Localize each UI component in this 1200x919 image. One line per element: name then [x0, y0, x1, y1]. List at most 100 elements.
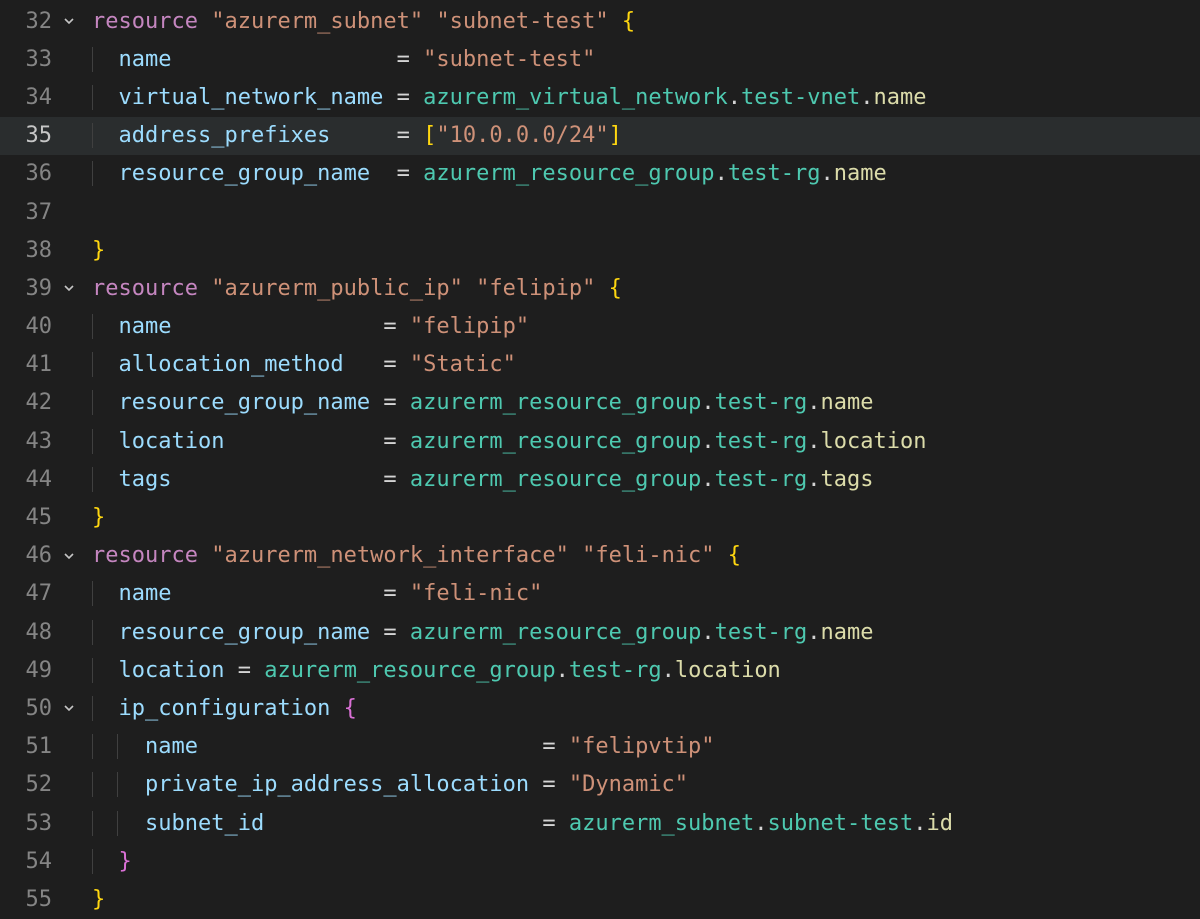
- token-pun: [92, 161, 119, 186]
- token-prop: resource_group_name: [119, 620, 371, 645]
- token-pun: [92, 314, 119, 339]
- code-line[interactable]: 34 virtual_network_name = azurerm_virtua…: [0, 78, 1200, 116]
- line-number: 42: [0, 390, 58, 415]
- fold-toggle[interactable]: [58, 548, 80, 564]
- token-prop: address_prefixes: [119, 123, 331, 148]
- code-content: }: [80, 505, 1200, 530]
- fold-toggle[interactable]: [58, 700, 80, 716]
- code-content: location = azurerm_resource_group.test-r…: [80, 658, 1200, 683]
- indent-guide: [92, 467, 93, 492]
- code-line[interactable]: 42 resource_group_name = azurerm_resourc…: [0, 384, 1200, 422]
- token-pun: [92, 390, 119, 415]
- code-line[interactable]: 52 private_ip_address_allocation = "Dyna…: [0, 766, 1200, 804]
- token-prop: name: [119, 314, 172, 339]
- code-line[interactable]: 36 resource_group_name = azurerm_resourc…: [0, 155, 1200, 193]
- token-obj: azurerm_virtual_network: [423, 85, 728, 110]
- line-number: 34: [0, 85, 58, 110]
- token-pun: [92, 429, 119, 454]
- code-line[interactable]: 43 location = azurerm_resource_group.tes…: [0, 422, 1200, 460]
- indent-guide: [92, 123, 93, 148]
- token-pun: .: [701, 429, 714, 454]
- token-pun: [463, 276, 476, 301]
- token-pun: =: [529, 772, 569, 797]
- code-line[interactable]: 33 name = "subnet-test": [0, 40, 1200, 78]
- token-prop: resource_group_name: [119, 390, 371, 415]
- token-obj: azurerm_resource_group: [410, 429, 701, 454]
- token-br2: {: [344, 696, 357, 721]
- fold-toggle[interactable]: [58, 13, 80, 29]
- code-line[interactable]: 48 resource_group_name = azurerm_resourc…: [0, 613, 1200, 651]
- code-line[interactable]: 44 tags = azurerm_resource_group.test-rg…: [0, 460, 1200, 498]
- code-content: ip_configuration {: [80, 696, 1200, 721]
- line-number: 38: [0, 238, 58, 263]
- token-pun: .: [821, 161, 834, 186]
- code-line[interactable]: 51 name = "felipvtip": [0, 728, 1200, 766]
- code-line[interactable]: 54 }: [0, 842, 1200, 880]
- token-obj: azurerm_subnet: [569, 811, 754, 836]
- token-obj: test-vnet: [741, 85, 860, 110]
- code-line[interactable]: 32resource "azurerm_subnet" "subnet-test…: [0, 2, 1200, 40]
- token-br: {: [728, 543, 741, 568]
- line-number: 45: [0, 505, 58, 530]
- token-pun: =: [224, 658, 264, 683]
- token-pun: [92, 85, 119, 110]
- token-pun: [330, 696, 343, 721]
- code-line[interactable]: 40 name = "felipip": [0, 308, 1200, 346]
- line-number: 32: [0, 9, 58, 34]
- token-prop: location: [119, 429, 225, 454]
- code-line[interactable]: 47 name = "feli-nic": [0, 575, 1200, 613]
- code-content: }: [80, 849, 1200, 874]
- code-line[interactable]: 50 ip_configuration {: [0, 689, 1200, 727]
- token-pun: [92, 772, 145, 797]
- token-mem: name: [834, 161, 887, 186]
- indent-guide: [92, 352, 93, 377]
- token-prop: virtual_network_name: [119, 85, 384, 110]
- code-content: allocation_method = "Static": [80, 352, 1200, 377]
- code-line[interactable]: 35 address_prefixes = ["10.0.0.0/24"]: [0, 117, 1200, 155]
- token-prop: resource_group_name: [119, 161, 371, 186]
- token-pun: [92, 849, 119, 874]
- code-line[interactable]: 49 location = azurerm_resource_group.tes…: [0, 651, 1200, 689]
- token-pun: [92, 352, 119, 377]
- line-number: 53: [0, 811, 58, 836]
- line-number: 41: [0, 352, 58, 377]
- code-line[interactable]: 39resource "azurerm_public_ip" "felipip"…: [0, 269, 1200, 307]
- code-line[interactable]: 37: [0, 193, 1200, 231]
- code-line[interactable]: 46resource "azurerm_network_interface" "…: [0, 537, 1200, 575]
- token-pun: =: [370, 161, 423, 186]
- token-mem: id: [926, 811, 953, 836]
- token-obj: test-rg: [715, 429, 808, 454]
- code-editor[interactable]: 32resource "azurerm_subnet" "subnet-test…: [0, 0, 1200, 919]
- code-line[interactable]: 55}: [0, 880, 1200, 918]
- token-prop: allocation_method: [119, 352, 344, 377]
- code-content: }: [80, 887, 1200, 912]
- code-line[interactable]: 45}: [0, 498, 1200, 536]
- code-content: name = "felipip": [80, 314, 1200, 339]
- token-pun: =: [171, 581, 409, 606]
- code-content: location = azurerm_resource_group.test-r…: [80, 429, 1200, 454]
- line-number: 37: [0, 200, 58, 225]
- token-pun: =: [171, 47, 423, 72]
- token-obj: test-rg: [569, 658, 662, 683]
- token-pun: [423, 9, 436, 34]
- indent-guide: [117, 772, 118, 797]
- token-pun: .: [728, 85, 741, 110]
- token-pun: .: [662, 658, 675, 683]
- token-pun: =: [198, 734, 569, 759]
- code-line[interactable]: 53 subnet_id = azurerm_subnet.subnet-tes…: [0, 804, 1200, 842]
- code-line[interactable]: 41 allocation_method = "Static": [0, 346, 1200, 384]
- line-number: 35: [0, 123, 58, 148]
- line-number: 44: [0, 467, 58, 492]
- code-line[interactable]: 38}: [0, 231, 1200, 269]
- token-obj: test-rg: [715, 467, 808, 492]
- line-number: 39: [0, 276, 58, 301]
- code-content: address_prefixes = ["10.0.0.0/24"]: [80, 123, 1200, 148]
- code-content: resource "azurerm_network_interface" "fe…: [80, 543, 1200, 568]
- chevron-down-icon: [61, 280, 77, 296]
- token-pun: [198, 9, 211, 34]
- indent-guide: [92, 47, 93, 72]
- token-br: {: [609, 276, 622, 301]
- token-obj: subnet-test: [768, 811, 914, 836]
- code-content: subnet_id = azurerm_subnet.subnet-test.i…: [80, 811, 1200, 836]
- fold-toggle[interactable]: [58, 280, 80, 296]
